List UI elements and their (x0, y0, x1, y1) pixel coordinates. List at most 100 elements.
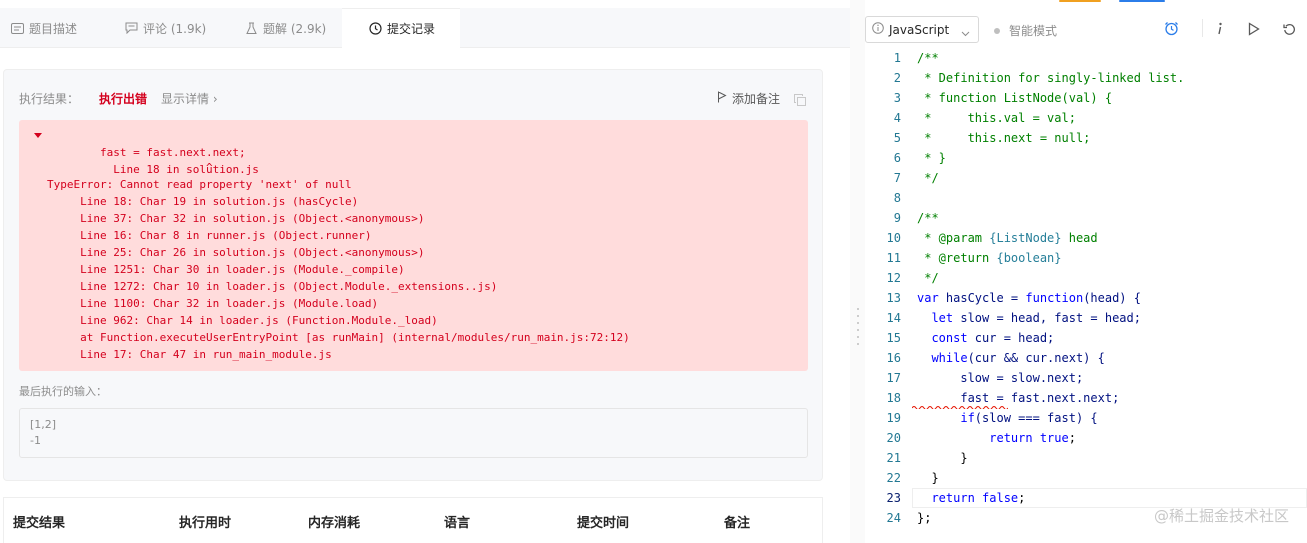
code-text: return (917, 491, 983, 505)
code-panel: JavaScript 智能模式 1 2 3 4 5 6 7 8 9 10 11 … (865, 0, 1307, 543)
code-line: return false; (917, 488, 1025, 508)
code-text: let (917, 311, 961, 325)
tab-submissions[interactable]: 提交记录 (342, 8, 460, 48)
column-header-runtime[interactable]: 执行用时 (179, 512, 231, 531)
smart-mode-label: 智能模式 (1009, 24, 1058, 38)
code-line: * this.val = val; (917, 108, 1076, 128)
code-text: slow = slow.next; (917, 371, 1084, 385)
code-text: cur = head; (974, 331, 1055, 345)
line-number: 17 (886, 371, 901, 385)
editor-toolbar: JavaScript 智能模式 (865, 0, 1307, 48)
code-line: /** (917, 48, 939, 68)
comment-icon (124, 21, 138, 35)
code-line: const cur = head; (917, 328, 1054, 348)
code-line: * Definition for singly-linked list. (917, 68, 1184, 88)
line-number: 2 (893, 71, 901, 85)
panel-resize-divider[interactable] (850, 0, 865, 543)
drag-handle-icon[interactable] (857, 308, 859, 352)
code-text: /** (917, 211, 939, 225)
show-detail-link[interactable]: 显示详情 › (161, 90, 218, 107)
copy-icon[interactable] (794, 91, 806, 110)
code-line: * this.next = null; (917, 128, 1090, 148)
error-line: Line 37: Char 32 in solution.js (Object.… (47, 212, 425, 225)
tab-label: 提交记录 (387, 22, 436, 36)
language-value: JavaScript (889, 22, 950, 37)
tab-comments[interactable]: 评论 (1.9k) (110, 8, 222, 48)
column-header-language[interactable]: 语言 (444, 512, 470, 531)
chevron-down-icon (961, 26, 970, 40)
description-icon (10, 21, 24, 35)
line-number: 3 (893, 91, 901, 105)
code-text: * this.val = val; (917, 111, 1076, 125)
result-row: 执行结果： 执行出错 显示详情 › (19, 90, 218, 106)
line-number: 22 (886, 471, 901, 485)
line-number: 9 (893, 211, 901, 225)
smart-mode-toggle[interactable]: 智能模式 (994, 22, 1057, 39)
tab-label: 题解 (2.9k) (263, 21, 327, 36)
code-text: * @return (917, 251, 997, 265)
code-editor[interactable]: 1 2 3 4 5 6 7 8 9 10 11 12 13 14 15 16 1… (865, 48, 1307, 543)
code-line: } (917, 468, 939, 488)
reset-icon[interactable] (1283, 21, 1296, 40)
error-message-box: Line 18 in solution.js fast = fast.next.… (19, 120, 808, 371)
info-icon[interactable] (1217, 21, 1223, 40)
code-line: let slow = head, fast = head; (917, 308, 1141, 328)
code-text: * } (917, 151, 946, 165)
column-header-result[interactable]: 提交结果 (13, 512, 65, 531)
problem-panel: 题目描述 评论 (1.9k) 题解 (2.9k) 提交记录 执行结果： 执行出错… (0, 0, 850, 543)
code-line: */ (917, 268, 939, 288)
add-note-button[interactable]: 添加备注 (717, 90, 780, 107)
result-status: 执行出错 (99, 91, 148, 106)
line-number: 10 (886, 231, 901, 245)
code-text: }; (917, 511, 932, 525)
code-text: return (917, 431, 1040, 445)
code-text: true (1039, 431, 1069, 445)
alarm-clock-icon[interactable] (1164, 21, 1179, 40)
code-text: (cur && cur.next) { (967, 351, 1105, 365)
code-text: slow = head, fast = head; (960, 311, 1141, 325)
error-line: Line 18: Char 19 in solution.js (hasCycl… (47, 195, 359, 208)
tab-solutions[interactable]: 题解 (2.9k) (222, 8, 342, 48)
column-header-time[interactable]: 提交时间 (577, 512, 629, 531)
code-text: * function ListNode(val) { (917, 91, 1113, 105)
column-header-note[interactable]: 备注 (724, 512, 750, 531)
tab-label: 题目描述 (29, 21, 78, 36)
code-line: slow = slow.next; (917, 368, 1083, 388)
error-line: Line 17: Char 47 in run_main_module.js (47, 348, 332, 361)
run-play-icon[interactable] (1248, 21, 1260, 40)
add-note-label: 添加备注 (731, 92, 780, 106)
line-number: 12 (886, 271, 901, 285)
code-line: * function ListNode(val) { (917, 88, 1112, 108)
line-number: 6 (893, 151, 901, 165)
line-number: 14 (886, 311, 901, 325)
toolbar-button-edge (1059, 0, 1101, 2)
error-line: Line 18 in solution.js (34, 127, 808, 176)
error-line: ^ (47, 161, 213, 174)
code-text: * this.next = null; (917, 131, 1091, 145)
code-line: if(slow === fast) { (917, 408, 1097, 428)
line-number: 15 (886, 331, 901, 345)
error-line: TypeError: Cannot read property 'next' o… (47, 178, 352, 191)
code-text: {boolean} (996, 251, 1062, 265)
code-text: var (917, 291, 946, 305)
line-number: 5 (893, 131, 901, 145)
tab-description[interactable]: 题目描述 (0, 8, 110, 48)
column-header-memory[interactable]: 内存消耗 (308, 512, 360, 531)
app-root: 题目描述 评论 (1.9k) 题解 (2.9k) 提交记录 执行结果： 执行出错… (0, 0, 1307, 543)
code-text: } (917, 471, 939, 485)
code-text: */ (917, 271, 939, 285)
code-text: {ListNode} (989, 231, 1062, 245)
code-text: while (917, 351, 968, 365)
language-select[interactable]: JavaScript (865, 16, 979, 43)
code-line: * @param {ListNode} head (917, 228, 1098, 248)
code-text: ; (1018, 491, 1026, 505)
submission-result-card: 执行结果： 执行出错 显示详情 › 添加备注 Line 18 in soluti… (3, 69, 823, 481)
code-text: head (1061, 231, 1098, 245)
toggle-dot-icon (994, 27, 1000, 34)
collapse-caret-icon[interactable] (34, 133, 42, 138)
info-circle-icon (872, 22, 884, 37)
tab-label: 评论 (1.9k) (143, 21, 207, 36)
last-input-label: 最后执行的输入： (19, 385, 107, 398)
code-text: ; (1068, 431, 1076, 445)
flask-icon (244, 21, 258, 35)
